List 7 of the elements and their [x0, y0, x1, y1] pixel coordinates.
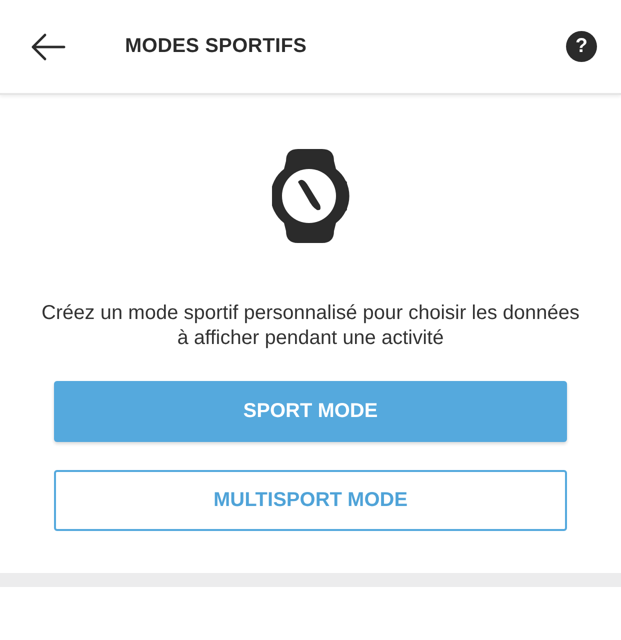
- multisport-mode-button[interactable]: MULTISPORT MODE: [54, 470, 567, 531]
- help-button[interactable]: ?: [566, 31, 597, 62]
- back-arrow-icon[interactable]: [30, 32, 66, 62]
- watch-icon: [272, 147, 350, 245]
- page-title: MODES SPORTIFS: [125, 35, 308, 58]
- description-text: Créez un mode sportif personnalisé pour choisir les données à afficher pendant une activité: [40, 301, 581, 351]
- sport-mode-button[interactable]: SPORT MODE: [54, 381, 567, 442]
